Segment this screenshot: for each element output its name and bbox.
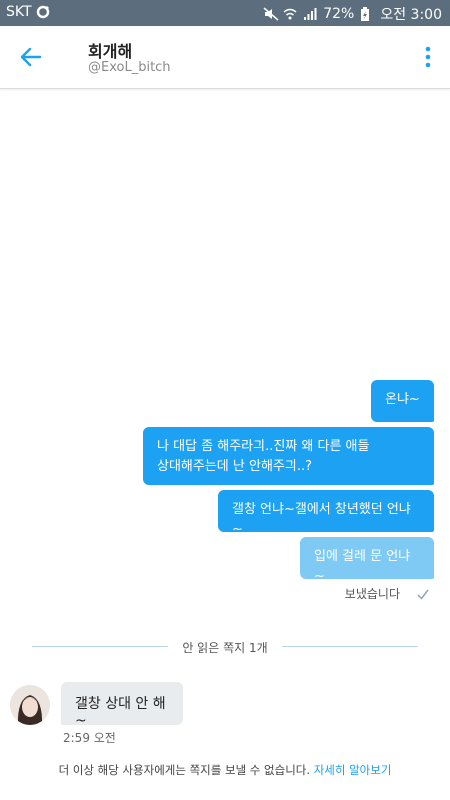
status-bar: SKT 72% 오전 3:00	[0, 0, 450, 26]
status-right: 72% 오전 3:00	[263, 4, 442, 24]
conversation-handle: @ExoL_bitch	[88, 60, 171, 75]
blocked-notice-text: 더 이상 해당 사용자에게는 쪽지를 보낼 수 없습니다.	[58, 763, 311, 777]
message-text: 온냐~	[385, 392, 420, 407]
mute-icon	[263, 7, 279, 21]
conversation-header: 회개해 @ExoL_bitch	[0, 26, 450, 89]
sent-message[interactable]: 나 대답 좀 해주라긔..진짜 왜 다른 애들 상대해주는데 난 안해주긔..?	[143, 427, 434, 485]
received-message[interactable]: 갤창 상대 안 해~	[61, 682, 183, 729]
carrier-label: SKT	[6, 4, 32, 20]
message-text: 갤창 상대 안 해~	[75, 696, 166, 729]
wifi-icon	[283, 7, 297, 21]
battery-charging-icon	[360, 7, 374, 21]
learn-more-link[interactable]: 자세히 알아보기	[314, 763, 392, 777]
checkmark-icon	[416, 586, 430, 600]
sent-message[interactable]: 갤창 언냐~갤에서 창년했던 언냐~	[218, 490, 434, 537]
message-text-line: 나 대답 좀 해주라긔..진짜 왜 다른 애들	[157, 439, 370, 454]
blocked-notice: 더 이상 해당 사용자에게는 쪽지를 보낼 수 없습니다. 자세히 알아보기	[0, 762, 450, 778]
status-left: SKT	[6, 4, 50, 20]
signal-icon	[303, 7, 317, 21]
sent-status: 보냈습니다	[344, 587, 400, 601]
battery-percent: 72%	[323, 6, 355, 22]
message-text: 입에 걸레 문 언냐~	[314, 549, 411, 584]
unread-divider-label: 안 읽은 쪽지 1개	[182, 641, 268, 655]
back-arrow-icon[interactable]	[18, 44, 44, 70]
message-text: 갤창 언냐~갤에서 창년했던 언냐~	[232, 502, 411, 537]
overflow-menu-icon[interactable]	[424, 46, 432, 68]
clock: 오전 3:00	[380, 7, 442, 23]
carrier-logo-icon	[36, 5, 50, 19]
message-timestamp: 2:59 오전	[63, 731, 116, 745]
avatar[interactable]	[10, 685, 50, 725]
sent-message[interactable]: 입에 걸레 문 언냐~	[300, 537, 434, 584]
message-text-line: 상대해주는데 난 안해주긔..?	[157, 459, 312, 474]
conversation-title: 회개해	[88, 42, 133, 61]
sent-message[interactable]: 온냐~	[371, 380, 434, 422]
